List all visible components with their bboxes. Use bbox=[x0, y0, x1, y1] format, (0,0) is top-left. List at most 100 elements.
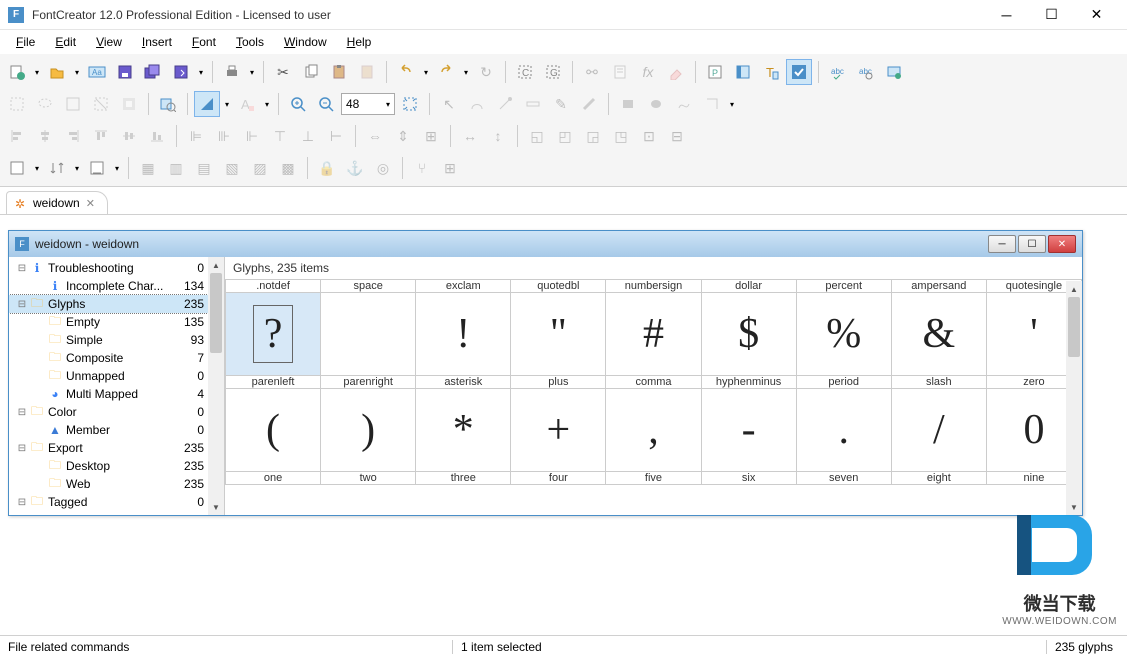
paste-special-button[interactable] bbox=[354, 59, 380, 85]
dropdown-icon[interactable]: ▾ bbox=[262, 100, 272, 109]
maximize-button[interactable]: ☐ bbox=[1029, 1, 1074, 29]
send-backward-button[interactable]: ◲ bbox=[580, 123, 606, 149]
preview-button[interactable]: Aa bbox=[84, 59, 110, 85]
invert-select-button[interactable] bbox=[116, 91, 142, 117]
complete-composite-button[interactable]: C bbox=[512, 59, 538, 85]
scroll-down-icon[interactable]: ▼ bbox=[1066, 499, 1082, 515]
tree-item-tagged[interactable]: ⊟🗀Tagged0 bbox=[9, 493, 224, 511]
grid-options-button[interactable] bbox=[4, 155, 30, 181]
scroll-up-icon[interactable]: ▲ bbox=[1066, 281, 1082, 297]
zoom-in-button[interactable] bbox=[285, 91, 311, 117]
tree-item-incomplete-char-[interactable]: ℹIncomplete Char...134 bbox=[9, 277, 224, 295]
glyph-cell[interactable]: + bbox=[511, 389, 605, 471]
contour-tool-button[interactable] bbox=[464, 91, 490, 117]
menu-window[interactable]: Window bbox=[274, 32, 337, 52]
category-tree[interactable]: ⊟ℹTroubleshooting0ℹIncomplete Char...134… bbox=[9, 257, 224, 515]
table-3-button[interactable]: ▤ bbox=[191, 155, 217, 181]
tree-item-unmapped[interactable]: 🗀Unmapped0 bbox=[9, 367, 224, 385]
bring-forward-button[interactable]: ◳ bbox=[608, 123, 634, 149]
target-button[interactable]: ◎ bbox=[370, 155, 396, 181]
dropdown-icon[interactable]: ▾ bbox=[32, 68, 42, 77]
dropdown-icon[interactable]: ▾ bbox=[112, 164, 122, 173]
child-maximize-button[interactable]: ☐ bbox=[1018, 235, 1046, 253]
glyph-cell[interactable] bbox=[321, 293, 415, 375]
same-width-button[interactable]: ⇔ bbox=[362, 123, 388, 149]
close-icon[interactable]: ✕ bbox=[86, 197, 95, 210]
panel-toggle-button[interactable] bbox=[730, 59, 756, 85]
table-6-button[interactable]: ▩ bbox=[275, 155, 301, 181]
tree-item-member[interactable]: ▲Member0 bbox=[9, 421, 224, 439]
glyph-cell[interactable]: * bbox=[416, 389, 510, 471]
tree-item-empty[interactable]: 🗀Empty135 bbox=[9, 313, 224, 331]
repeat-button[interactable]: ↻ bbox=[473, 59, 499, 85]
menu-tools[interactable]: Tools bbox=[226, 32, 274, 52]
pen-tool-button[interactable]: ✎ bbox=[548, 91, 574, 117]
glyph-cell[interactable]: # bbox=[606, 293, 700, 375]
minimize-button[interactable]: ─ bbox=[984, 1, 1029, 29]
function-button[interactable]: fx bbox=[635, 59, 661, 85]
align-middle-button[interactable] bbox=[116, 123, 142, 149]
ungroup-button[interactable]: ⊟ bbox=[664, 123, 690, 149]
tree-item-multi-mapped[interactable]: ◕Multi Mapped4 bbox=[9, 385, 224, 403]
dist-h-center-button[interactable]: ⊪ bbox=[211, 123, 237, 149]
paste-button[interactable] bbox=[326, 59, 352, 85]
tree-item-desktop[interactable]: 🗀Desktop235 bbox=[9, 457, 224, 475]
path-button[interactable] bbox=[699, 91, 725, 117]
glyph-cell[interactable]: & bbox=[892, 293, 986, 375]
fill-mode-button[interactable] bbox=[194, 91, 220, 117]
glyph-cell[interactable]: - bbox=[702, 389, 796, 471]
select-all-button[interactable] bbox=[60, 91, 86, 117]
scroll-up-icon[interactable]: ▲ bbox=[208, 257, 224, 273]
space-h-button[interactable]: ↔ bbox=[457, 123, 483, 149]
menu-insert[interactable]: Insert bbox=[132, 32, 182, 52]
tree-toggle-icon[interactable]: ⊟ bbox=[15, 263, 29, 274]
anchor-button[interactable]: ⚓ bbox=[342, 155, 368, 181]
same-size-button[interactable]: ⊞ bbox=[418, 123, 444, 149]
pointer-tool-button[interactable]: ↖ bbox=[436, 91, 462, 117]
dropdown-icon[interactable]: ▾ bbox=[421, 68, 431, 77]
dropdown-icon[interactable]: ▾ bbox=[461, 68, 471, 77]
tree-item-glyphs[interactable]: ⊟🗀Glyphs235 bbox=[9, 295, 224, 313]
child-titlebar[interactable]: F weidown - weidown ─ ☐ ✕ bbox=[9, 231, 1082, 257]
tree-item-troubleshooting[interactable]: ⊟ℹTroubleshooting0 bbox=[9, 259, 224, 277]
menu-help[interactable]: Help bbox=[337, 32, 382, 52]
copy-button[interactable] bbox=[298, 59, 324, 85]
ellipse-shape-button[interactable] bbox=[643, 91, 669, 117]
zoom-out-button[interactable] bbox=[313, 91, 339, 117]
knife-tool-button[interactable] bbox=[492, 91, 518, 117]
zoom-combo[interactable]: 48▾ bbox=[341, 93, 395, 115]
validate-button[interactable] bbox=[786, 59, 812, 85]
menu-edit[interactable]: Edit bbox=[45, 32, 86, 52]
dist-h-right-button[interactable]: ⊩ bbox=[239, 123, 265, 149]
spellcheck-button[interactable]: abc bbox=[825, 59, 851, 85]
menu-view[interactable]: View bbox=[86, 32, 132, 52]
table-4-button[interactable]: ▧ bbox=[219, 155, 245, 181]
open-font-button[interactable] bbox=[44, 59, 70, 85]
align-bottom-button[interactable] bbox=[144, 123, 170, 149]
undo-button[interactable] bbox=[393, 59, 419, 85]
print-button[interactable] bbox=[219, 59, 245, 85]
erase-button[interactable] bbox=[663, 59, 689, 85]
script-button[interactable] bbox=[607, 59, 633, 85]
dist-v-top-button[interactable]: ⊤ bbox=[267, 123, 293, 149]
table-1-button[interactable]: ▦ bbox=[135, 155, 161, 181]
new-font-button[interactable] bbox=[4, 59, 30, 85]
table-2-button[interactable]: ▥ bbox=[163, 155, 189, 181]
find-glyph-button[interactable] bbox=[155, 91, 181, 117]
glyph-cell[interactable]: , bbox=[606, 389, 700, 471]
redo-button[interactable] bbox=[433, 59, 459, 85]
dist-v-center-button[interactable]: ⊥ bbox=[295, 123, 321, 149]
tree-toggle-icon[interactable]: ⊟ bbox=[15, 443, 29, 454]
find-replace-button[interactable]: abc bbox=[853, 59, 879, 85]
dist-v-bottom-button[interactable]: ⊢ bbox=[323, 123, 349, 149]
lock-button[interactable]: 🔒 bbox=[314, 155, 340, 181]
text-tool-button[interactable]: T bbox=[758, 59, 784, 85]
tree-item-web[interactable]: 🗀Web235 bbox=[9, 475, 224, 493]
cut-button[interactable]: ✂ bbox=[270, 59, 296, 85]
tab-weidown[interactable]: ✲ weidown ✕ bbox=[6, 191, 108, 214]
tree-scrollbar[interactable]: ▲ ▼ bbox=[208, 257, 224, 515]
glyph-cell[interactable]: ( bbox=[226, 389, 320, 471]
tree-item-composite[interactable]: 🗀Composite7 bbox=[9, 349, 224, 367]
dropdown-icon[interactable]: ▾ bbox=[196, 68, 206, 77]
add-glyph-button[interactable]: G bbox=[540, 59, 566, 85]
